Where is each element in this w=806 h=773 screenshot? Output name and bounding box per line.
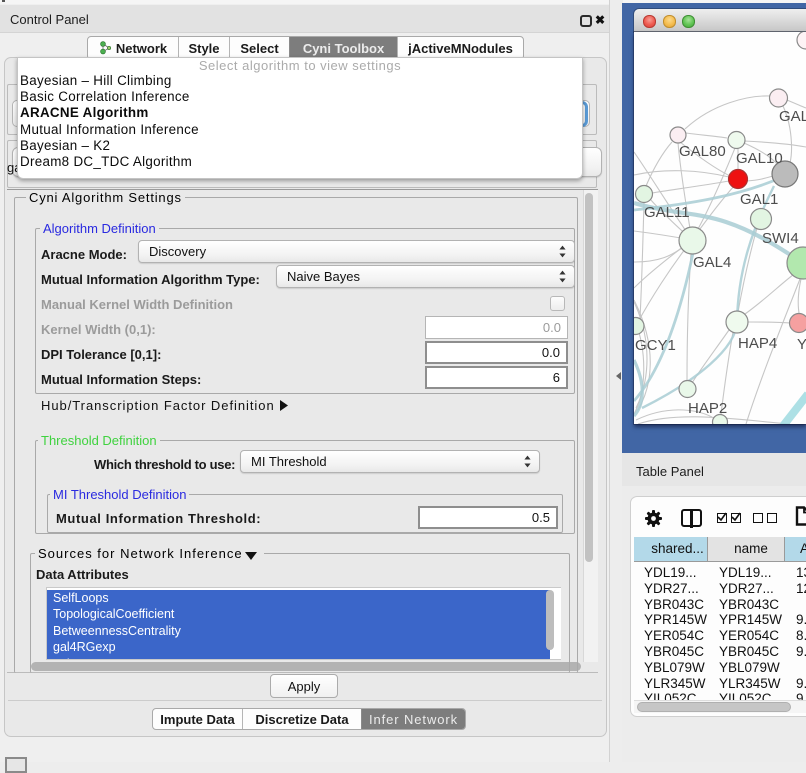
svg-text:GAL10: GAL10: [736, 150, 783, 167]
svg-text:SWI4: SWI4: [762, 230, 799, 247]
svg-text:GAL4: GAL4: [693, 254, 731, 271]
svg-text:Y: Y: [797, 336, 806, 353]
svg-text:HAP4: HAP4: [738, 335, 777, 352]
svg-text:GAL11: GAL11: [644, 204, 690, 221]
svg-text:GCY1: GCY1: [635, 337, 676, 354]
svg-text:GAL7: GAL7: [779, 108, 806, 125]
svg-text:GAL1: GAL1: [740, 191, 778, 208]
svg-text:HAP2: HAP2: [688, 400, 727, 417]
svg-text:GAL80: GAL80: [679, 143, 726, 160]
